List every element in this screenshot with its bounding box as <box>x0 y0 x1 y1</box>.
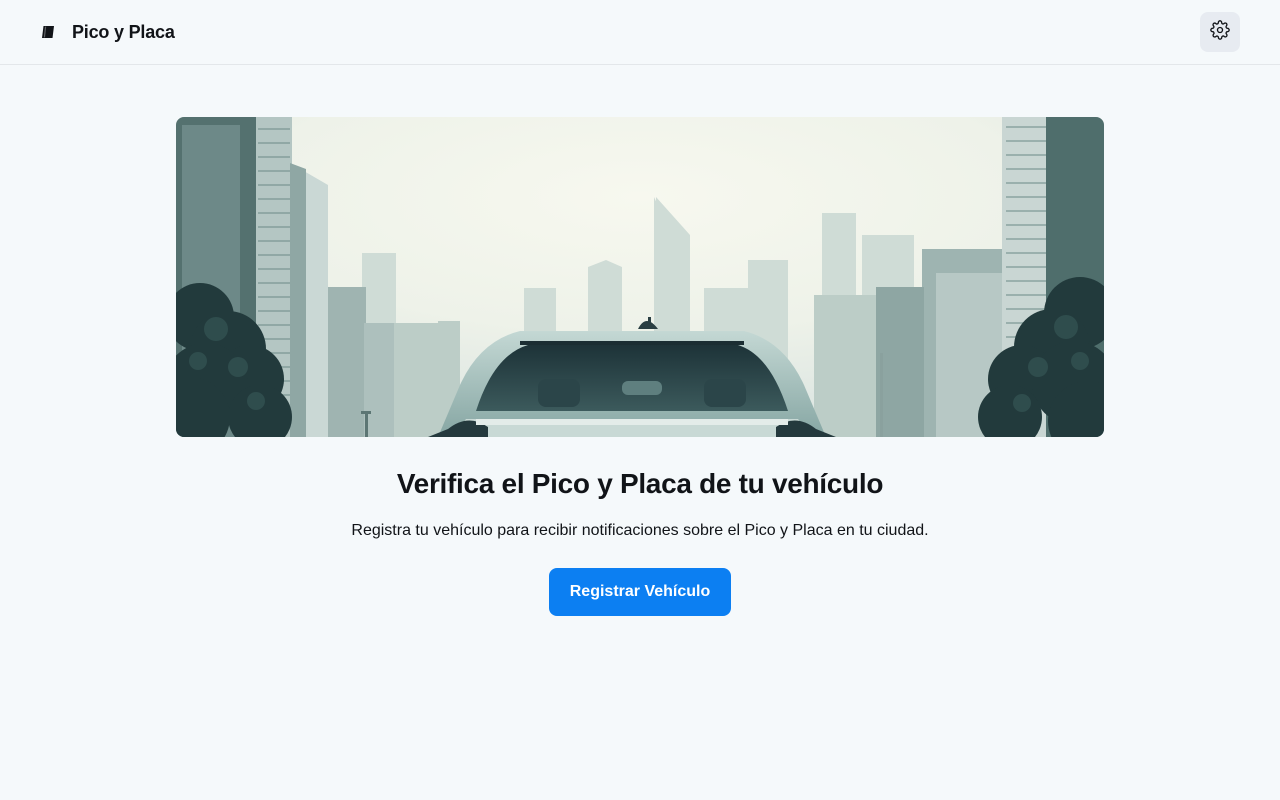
settings-button[interactable] <box>1200 12 1240 52</box>
app-title: Pico y Placa <box>72 21 175 42</box>
top-bar: Pico y Placa <box>0 0 1280 65</box>
brand: Pico y Placa <box>40 22 175 43</box>
brand-logo-icon <box>40 24 56 40</box>
page-subtitle: Registra tu vehículo para recibir notifi… <box>351 522 929 539</box>
register-vehicle-button[interactable]: Registrar Vehículo <box>549 568 731 616</box>
hero-image <box>176 117 1104 437</box>
gear-icon <box>1210 19 1230 45</box>
page-title: Verifica el Pico y Placa de tu vehículo <box>396 468 884 499</box>
